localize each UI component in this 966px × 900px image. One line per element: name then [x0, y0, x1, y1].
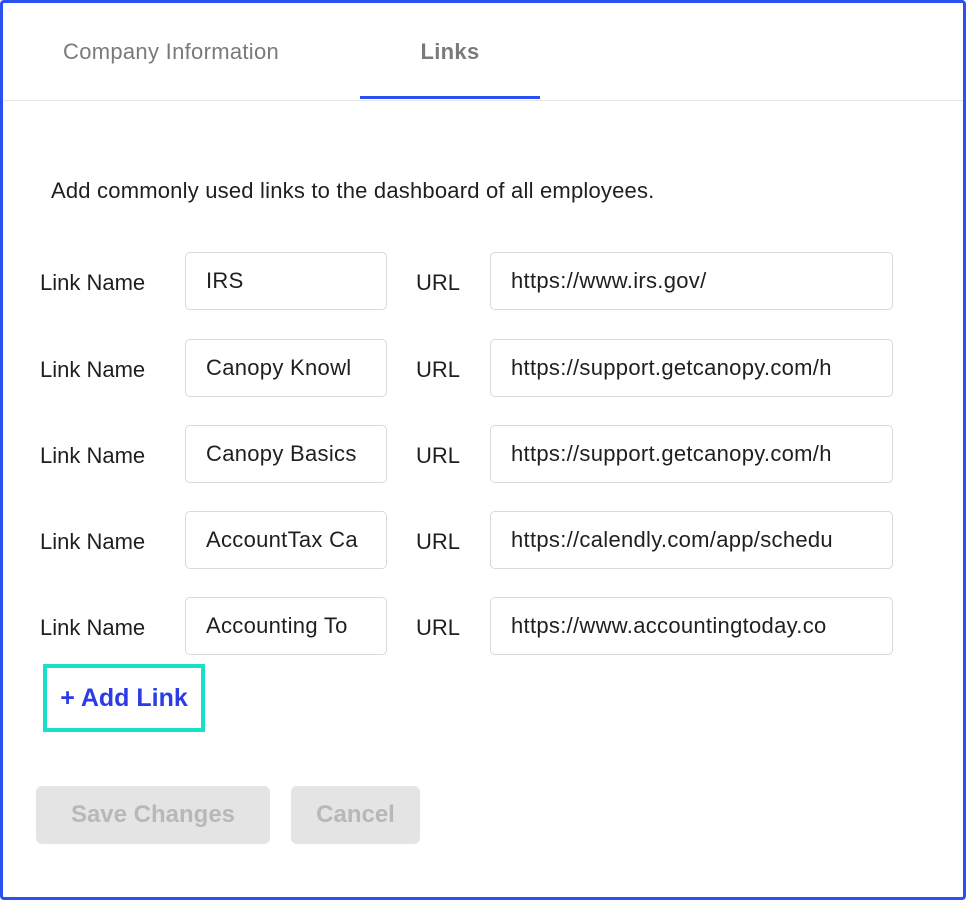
link-name-label: Link Name — [40, 615, 146, 640]
cancel-button[interactable]: Cancel — [291, 786, 420, 844]
link-name-input[interactable] — [185, 339, 387, 397]
link-name-input[interactable] — [185, 597, 387, 655]
link-name-input[interactable] — [185, 425, 387, 483]
link-name-label: Link Name — [40, 357, 146, 382]
settings-panel: Company Information Links Add commonly u… — [0, 0, 966, 900]
url-label: URL — [416, 443, 461, 468]
save-changes-button[interactable]: Save Changes — [36, 786, 270, 844]
tab-label: Links — [420, 39, 480, 64]
tab-links[interactable]: Links — [360, 3, 540, 101]
link-row: Link Name URL — [3, 425, 963, 483]
url-label: URL — [416, 270, 461, 295]
intro-text: Add commonly used links to the dashboard… — [51, 178, 655, 203]
url-label: URL — [416, 357, 461, 382]
link-name-input[interactable] — [185, 252, 387, 310]
link-name-label: Link Name — [40, 443, 146, 468]
link-row: Link Name URL — [3, 252, 963, 310]
link-name-input[interactable] — [185, 511, 387, 569]
add-link-button[interactable]: + Add Link — [43, 664, 205, 732]
tab-company-information[interactable]: Company Information — [3, 3, 360, 101]
url-input[interactable] — [490, 597, 893, 655]
url-input[interactable] — [490, 339, 893, 397]
link-row: Link Name URL — [3, 339, 963, 397]
add-link-label: + Add Link — [60, 683, 188, 712]
url-input[interactable] — [490, 252, 893, 310]
url-input[interactable] — [490, 511, 893, 569]
link-row: Link Name URL — [3, 511, 963, 569]
active-tab-indicator — [360, 96, 540, 99]
link-name-label: Link Name — [40, 270, 146, 295]
tab-label: Company Information — [63, 39, 280, 64]
url-label: URL — [416, 615, 461, 640]
link-name-label: Link Name — [40, 529, 146, 554]
tab-bar: Company Information Links — [3, 3, 963, 101]
url-label: URL — [416, 529, 461, 554]
url-input[interactable] — [490, 425, 893, 483]
link-row: Link Name URL — [3, 597, 963, 655]
